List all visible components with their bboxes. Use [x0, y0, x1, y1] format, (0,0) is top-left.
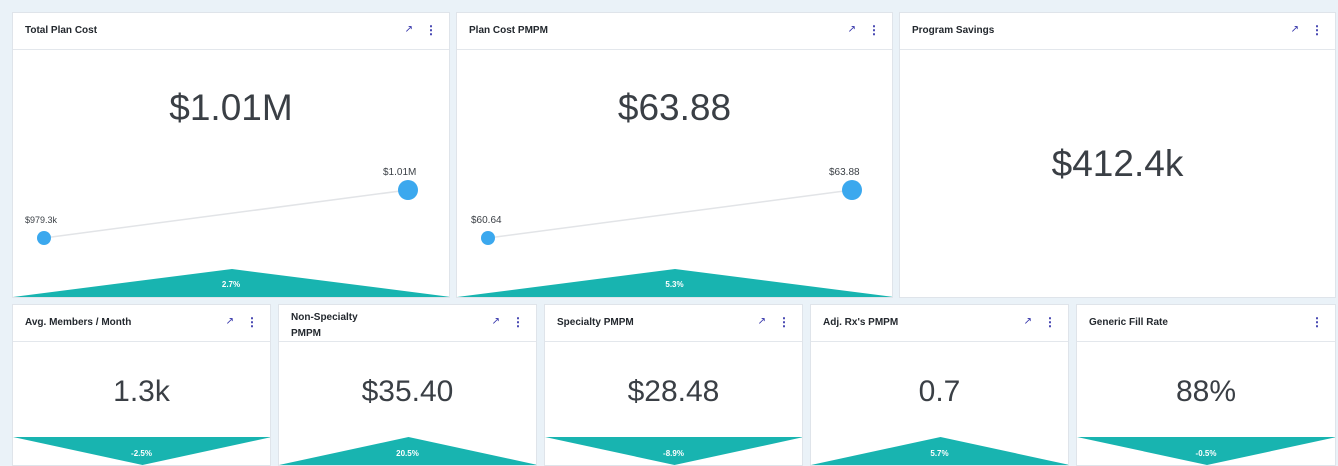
trend-change: -8.9% [663, 449, 684, 458]
vertical-dots-icon[interactable]: ⋮ [1311, 23, 1323, 37]
card-avg-members: Avg. Members / Month ↗ ⋮ 1.3k -2.5% [12, 304, 271, 466]
trend-change: 2.7% [221, 280, 241, 289]
arrow-up-right-icon[interactable]: ↗ [492, 315, 500, 329]
card-header: Generic Fill Rate ⋮ [1077, 305, 1335, 342]
trend-change: 20.5% [396, 449, 419, 458]
start-point-label: $979.3k [25, 215, 58, 225]
kpi-value: 88% [1175, 375, 1237, 408]
card-adj-rx-pmpm: Adj. Rx's PMPM ↗ ⋮ 0.7 5.7% [810, 304, 1069, 466]
start-point [37, 231, 51, 245]
card-specialty-pmpm: Specialty PMPM ↗ ⋮ $28.48 -8.9% [544, 304, 803, 466]
sparkline [481, 180, 862, 245]
trend-change: -2.5% [131, 449, 152, 458]
card-title: Specialty PMPM [557, 317, 634, 328]
card-header: Adj. Rx's PMPM ↗ ⋮ [811, 305, 1068, 342]
sparkline-line [43, 189, 409, 239]
card-title: Non-Specialty PMPM [291, 312, 358, 339]
kpi-value: 1.3k [113, 375, 170, 408]
kpi-value: $412.4k [1051, 143, 1184, 184]
card-generic-fill-rate: Generic Fill Rate ⋮ 88% -0.5% [1076, 304, 1336, 466]
end-point-label: $1.01M [383, 167, 417, 178]
card-header: Avg. Members / Month ↗ ⋮ [13, 305, 270, 342]
end-point [842, 180, 862, 200]
trend-change: 5.7% [930, 449, 949, 458]
card-program-savings: Program Savings ↗ ⋮ $412.4k [899, 12, 1336, 298]
kpi-value: 0.7 [918, 375, 961, 408]
card-title: Generic Fill Rate [1089, 317, 1168, 328]
card-header: Program Savings ↗ ⋮ [900, 13, 1335, 50]
end-point-label: $63.88 [829, 167, 860, 178]
card-total-plan-cost: Total Plan Cost ↗ ⋮ $1.01M $979.3k $1.01… [12, 12, 450, 298]
trend-change: 5.3% [665, 280, 684, 289]
sparkline [37, 180, 418, 245]
vertical-dots-icon[interactable]: ⋮ [1044, 315, 1056, 329]
end-point [398, 180, 418, 200]
card-title: Program Savings [912, 25, 995, 36]
kpi-value: $28.48 [627, 375, 720, 408]
card-title: Adj. Rx's PMPM [823, 317, 899, 328]
card-plan-cost-pmpm: Plan Cost PMPM ↗ ⋮ $63.88 $60.64 $63.88 … [456, 12, 893, 298]
vertical-dots-icon[interactable]: ⋮ [778, 315, 790, 329]
vertical-dots-icon[interactable]: ⋮ [1311, 315, 1323, 329]
card-header: Non-Specialty PMPM ↗ ⋮ [279, 305, 536, 342]
kpi-value: $35.40 [361, 375, 454, 408]
card-title: Avg. Members / Month [25, 317, 132, 328]
sparkline-line [487, 189, 853, 239]
start-point-label: $60.64 [471, 215, 502, 226]
arrow-up-right-icon[interactable]: ↗ [1024, 315, 1032, 329]
vertical-dots-icon[interactable]: ⋮ [512, 315, 524, 329]
arrow-up-right-icon[interactable]: ↗ [758, 315, 766, 329]
trend-change: -0.5% [1195, 449, 1217, 458]
arrow-up-right-icon[interactable]: ↗ [1291, 23, 1299, 37]
start-point [481, 231, 495, 245]
card-header: Specialty PMPM ↗ ⋮ [545, 305, 802, 342]
vertical-dots-icon[interactable]: ⋮ [246, 315, 258, 329]
arrow-up-right-icon[interactable]: ↗ [226, 315, 234, 329]
card-non-specialty-pmpm: Non-Specialty PMPM ↗ ⋮ $35.40 20.5% [278, 304, 537, 466]
